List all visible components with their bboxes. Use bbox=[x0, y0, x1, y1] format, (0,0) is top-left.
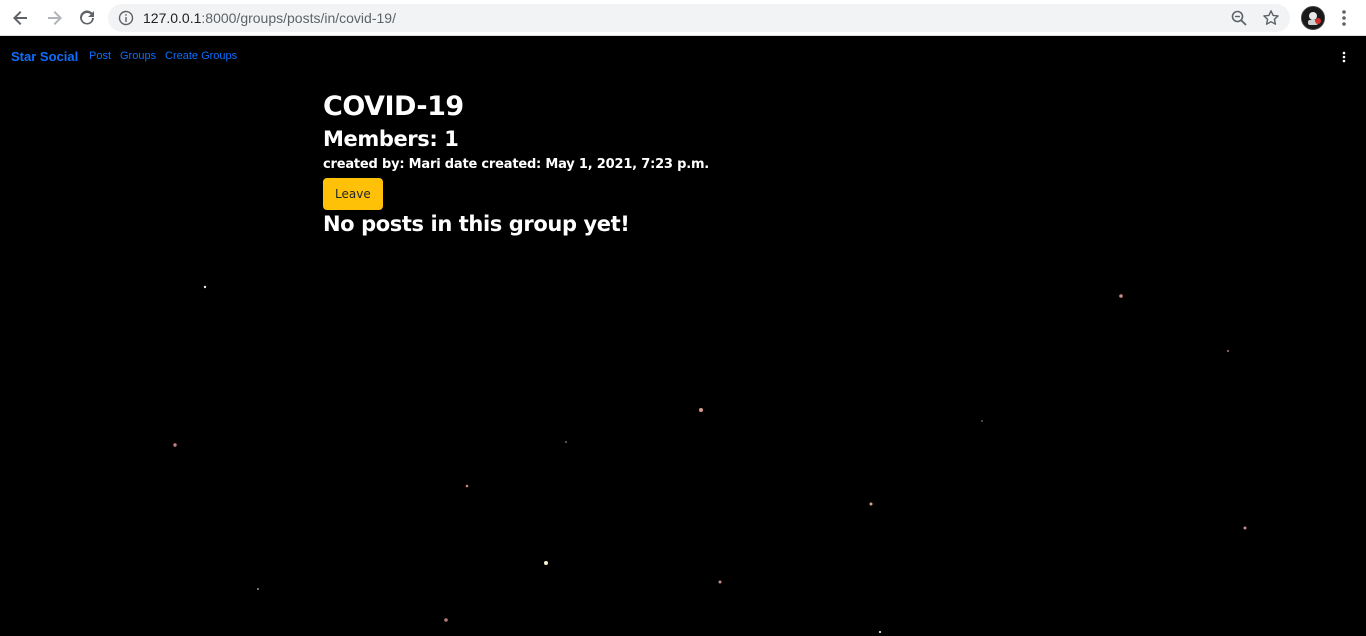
star bbox=[444, 618, 448, 622]
address-bar[interactable]: 127.0.0.1:8000/groups/posts/in/covid-19/ bbox=[108, 4, 1290, 32]
page-title: COVID-19 bbox=[323, 91, 464, 122]
navbar-menu-icon[interactable] bbox=[1338, 50, 1350, 64]
member-count: Members: 1 bbox=[323, 127, 459, 151]
nav-link-post[interactable]: Post bbox=[89, 50, 111, 62]
zoom-icon[interactable] bbox=[1230, 9, 1248, 27]
star bbox=[173, 443, 177, 447]
star bbox=[465, 484, 469, 488]
star bbox=[699, 408, 703, 412]
nav-link-groups[interactable]: Groups bbox=[120, 50, 156, 62]
back-arrow-icon[interactable] bbox=[9, 6, 33, 30]
url-path: :8000/groups/posts/in/covid-19/ bbox=[201, 10, 396, 26]
star bbox=[564, 440, 568, 444]
star bbox=[869, 502, 873, 506]
group-content: COVID-19 Members: 1 created by: Mari dat… bbox=[323, 90, 1023, 238]
created-info: created by: Mari date created: May 1, 20… bbox=[323, 157, 710, 172]
star bbox=[203, 285, 207, 289]
star bbox=[544, 561, 548, 565]
profile-avatar[interactable] bbox=[1301, 6, 1325, 30]
info-icon[interactable] bbox=[118, 10, 134, 26]
star bbox=[1227, 350, 1229, 352]
star bbox=[1243, 526, 1247, 530]
reload-icon[interactable] bbox=[75, 6, 99, 30]
page-body: Star Social Post Groups Create Groups CO… bbox=[0, 36, 1366, 636]
star bbox=[718, 580, 722, 584]
url-host: 127.0.0.1 bbox=[143, 10, 202, 26]
star bbox=[257, 588, 259, 590]
site-navbar: Star Social Post Groups Create Groups bbox=[0, 36, 1366, 76]
nav-link-create-groups[interactable]: Create Groups bbox=[165, 50, 237, 62]
leave-button[interactable]: Leave bbox=[323, 178, 383, 210]
star bbox=[1119, 294, 1123, 298]
star-icon[interactable] bbox=[1262, 9, 1280, 27]
browser-toolbar: 127.0.0.1:8000/groups/posts/in/covid-19/ bbox=[0, 0, 1366, 36]
chrome-menu-icon[interactable] bbox=[1336, 8, 1352, 28]
brand-link[interactable]: Star Social bbox=[11, 49, 78, 64]
empty-posts-message: No posts in this group yet! bbox=[323, 212, 630, 236]
star bbox=[878, 630, 882, 634]
forward-arrow-icon[interactable] bbox=[42, 6, 66, 30]
star bbox=[981, 420, 983, 422]
url-text[interactable]: 127.0.0.1:8000/groups/posts/in/covid-19/ bbox=[143, 10, 396, 26]
